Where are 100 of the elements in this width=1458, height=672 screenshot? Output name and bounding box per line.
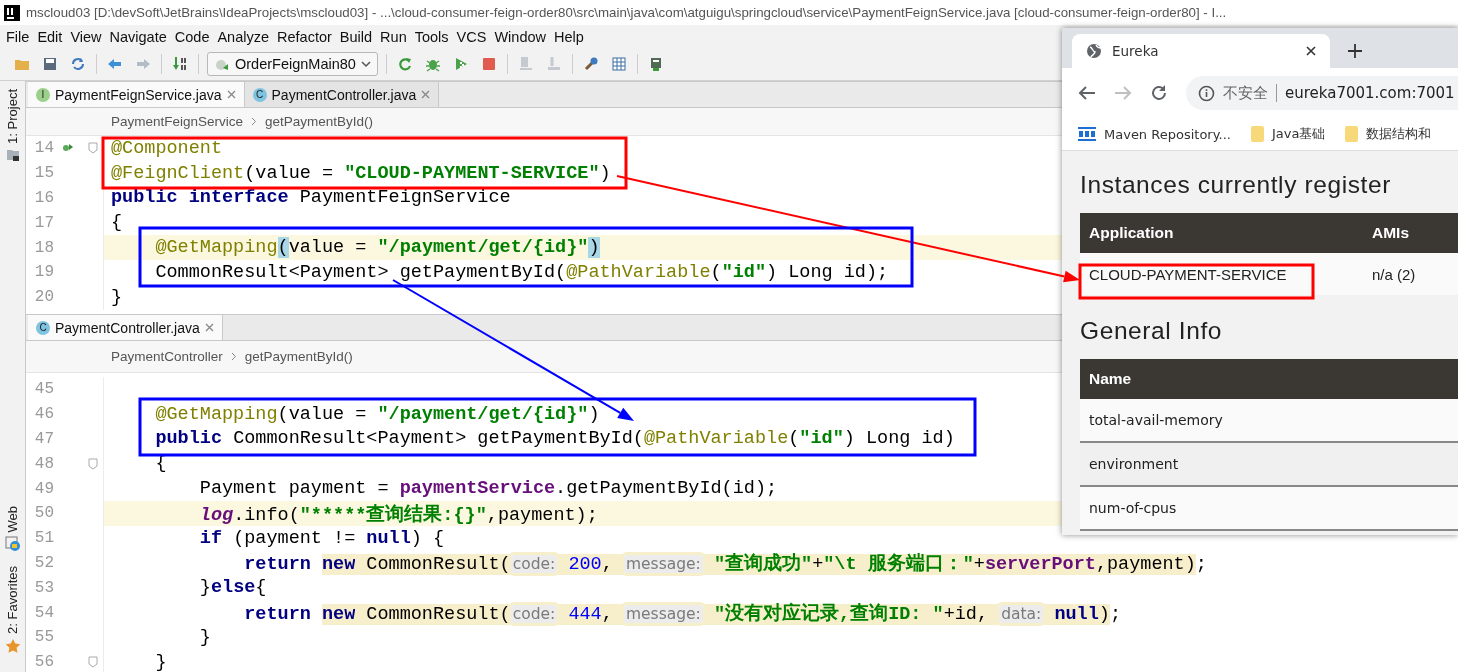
grid-icon[interactable] — [610, 56, 627, 72]
line-number: 15 — [33, 164, 54, 183]
breadcrumb-item[interactable]: getPaymentById() — [265, 114, 374, 129]
stop-icon[interactable] — [480, 56, 497, 72]
forward-arrow-icon[interactable] — [135, 56, 151, 72]
line-number: 50 — [33, 504, 54, 523]
line-number: 56 — [33, 653, 54, 672]
line-number: 17 — [33, 213, 54, 232]
line-number: 53 — [33, 578, 54, 597]
line-number: 52 — [33, 553, 54, 572]
wrench-icon[interactable] — [582, 56, 599, 72]
breadcrumb-item[interactable]: PaymentFeignService — [111, 114, 244, 129]
menu-item[interactable]: Edit — [33, 28, 67, 45]
table-cell: num-of-cpus — [1080, 486, 1458, 530]
run-configuration-dropdown[interactable]: OrderFeignMain80 — [207, 52, 378, 76]
line-number: 47 — [33, 430, 54, 448]
folder-icon — [1250, 126, 1264, 142]
globe-icon — [1086, 43, 1102, 59]
globe-icon — [4, 536, 21, 553]
file-type-icon: I — [36, 87, 50, 102]
line-number: 45 — [33, 380, 54, 399]
tab-title: Eureka — [1112, 43, 1160, 59]
code-line: @GetMapping(value = "/payment/get/{id}") — [154, 403, 600, 425]
code-line: return new CommonResult(code: 444, message: "没有对应记录,查询ID: "+id, data: null); — [243, 601, 1122, 626]
menu-item[interactable]: View — [66, 28, 106, 45]
maven-icon — [1078, 127, 1096, 141]
table-cell: environment — [1080, 442, 1458, 486]
tab-label: PaymentController.java — [55, 319, 200, 336]
section-heading: Instances currently register — [1080, 170, 1392, 200]
menu-item[interactable]: File — [2, 28, 34, 45]
reload-icon[interactable] — [1150, 84, 1168, 102]
table-cell: CLOUD-PAYMENT-SERVICE — [1080, 253, 1363, 295]
info-icon — [1198, 84, 1215, 102]
breadcrumb-item[interactable]: PaymentController — [111, 349, 223, 364]
star-icon — [4, 638, 21, 655]
code-line: log.info("*****查询结果:{}",payment); — [198, 503, 598, 526]
code-line: @GetMapping(value = "/payment/get/{id}") — [154, 237, 600, 259]
browser-tab[interactable]: Eureka — [1072, 34, 1330, 68]
tool-window-button[interactable]: 2: Favorites — [4, 566, 21, 655]
tab-label: PaymentFeignService.java — [55, 86, 222, 103]
editor-tab[interactable]: C PaymentController.java — [28, 315, 223, 340]
sync-icon[interactable] — [70, 56, 86, 72]
menu-item[interactable]: VCS — [452, 28, 491, 45]
line-number: 20 — [33, 288, 54, 307]
bookmark[interactable]: Java基础 — [1250, 125, 1326, 143]
column-header: AMIs — [1363, 213, 1458, 253]
folder-icon — [5, 147, 20, 162]
menu-item[interactable]: Build — [335, 28, 377, 45]
editor-tab[interactable]: C PaymentController.java — [244, 82, 440, 107]
line-number: 16 — [33, 189, 54, 207]
tool-window-button[interactable]: Web — [4, 505, 21, 553]
code-line: { — [111, 212, 123, 234]
line-number: 48 — [33, 454, 54, 473]
menu-item[interactable]: Tools — [410, 28, 453, 45]
bookmark[interactable]: Maven Repository... — [1078, 126, 1231, 142]
window-title: mscloud03 [D:\devSoft\JetBrains\IdeaProjects\mscloud03] - ...\cloud-consumer-feign-order80\src\main\java\com\atguigu\springcloud\service\PaymentFeignService.java [cloud-consumer-feign-order80] - I... — [26, 5, 1227, 20]
code-line: public CommonResult<Payment> getPaymentById(@PathVariable("id") Long id) — [154, 428, 955, 450]
file-type-icon: C — [252, 87, 267, 102]
bookmark[interactable]: 数据结构和 — [1345, 125, 1432, 143]
code-line: @Component — [111, 137, 223, 159]
new-tab-icon[interactable] — [1348, 44, 1362, 58]
fold-marker-icon[interactable] — [87, 457, 98, 470]
menu-item[interactable]: Navigate — [105, 28, 171, 45]
editor-tab[interactable]: I PaymentFeignService.java — [28, 82, 245, 107]
code-line: }else{ — [198, 577, 267, 599]
chevron-icon — [251, 117, 258, 126]
menu-item[interactable]: Analyze — [213, 28, 274, 45]
security-label: 不安全 — [1223, 84, 1277, 102]
line-number: 18 — [33, 238, 54, 257]
save-icon[interactable] — [42, 56, 58, 72]
code-line: Payment payment = paymentService.getPaymentById(id); — [198, 478, 778, 500]
breadcrumb-item[interactable]: getPaymentById() — [244, 349, 353, 364]
code-line: @FeignClient(value = "CLOUD-PAYMENT-SERVICE") — [111, 162, 611, 184]
line-number: 19 — [33, 263, 54, 282]
rerun-icon[interactable] — [396, 56, 413, 72]
tool-window-button[interactable]: 1: Project — [5, 89, 20, 162]
sort-icon[interactable] — [172, 56, 188, 72]
caret-icon — [360, 60, 371, 68]
menu-item[interactable]: Help — [550, 28, 588, 45]
section-heading: General Info — [1080, 317, 1224, 346]
fold-marker-icon[interactable] — [87, 656, 98, 669]
table-cell: n/a (2) — [1363, 253, 1458, 295]
menu-item[interactable]: Run — [376, 28, 411, 45]
line-number: 14 — [33, 139, 54, 158]
column-header: Application — [1080, 213, 1363, 253]
code-line: public interface PaymentFeignService — [111, 187, 511, 209]
folder-icon — [1345, 126, 1359, 142]
menu-item[interactable]: Window — [490, 28, 550, 45]
line-number: 46 — [33, 405, 54, 424]
line-number: 55 — [33, 628, 54, 647]
menu-item[interactable]: Code — [170, 28, 214, 45]
url-text: eureka7001.com:7001 — [1285, 84, 1455, 102]
file-type-icon: C — [36, 320, 50, 335]
code-line: if (payment != null) { — [198, 527, 445, 549]
back-arrow-icon[interactable] — [107, 56, 123, 72]
menu-item[interactable]: Refactor — [273, 28, 336, 45]
back-icon[interactable] — [1078, 85, 1096, 101]
close-icon[interactable] — [1306, 46, 1316, 56]
address-field[interactable]: 不安全 eureka7001.com:7001 — [1186, 76, 1458, 110]
fold-marker-icon[interactable] — [87, 142, 98, 155]
